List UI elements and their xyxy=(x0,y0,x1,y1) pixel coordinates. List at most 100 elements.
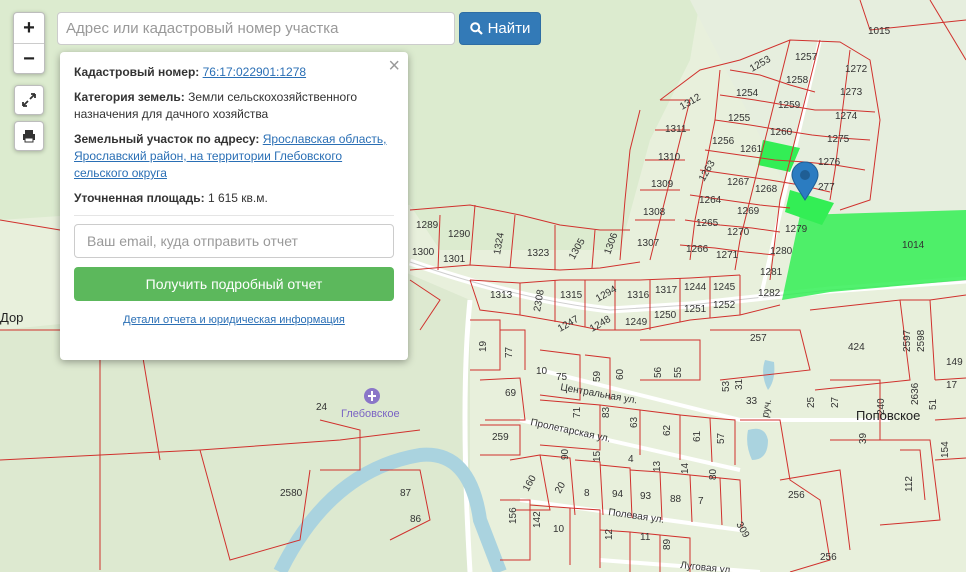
parcel-label: 13 xyxy=(652,460,663,472)
address-label: Земельный участок по адресу: xyxy=(74,132,260,146)
parcel-label: 1249 xyxy=(625,317,648,328)
expand-icon xyxy=(22,93,36,107)
zoom-in-button[interactable]: + xyxy=(14,13,44,44)
fullscreen-button[interactable] xyxy=(14,85,44,115)
village-label: Поповское xyxy=(856,408,920,423)
parcel-label: 1310 xyxy=(658,152,681,163)
parcel-label: 1260 xyxy=(770,127,793,138)
zoom-out-button[interactable]: − xyxy=(14,44,44,74)
parcel-label: 1311 xyxy=(665,124,687,135)
parcel-label: 89 xyxy=(662,538,673,550)
address-row: Земельный участок по адресу: Ярославская… xyxy=(74,131,394,182)
parcel-label: 19 xyxy=(478,340,489,352)
parcel-label: 1290 xyxy=(448,229,471,240)
get-report-button[interactable]: Получить подробный отчет xyxy=(74,267,394,301)
parcel-label: 1250 xyxy=(654,310,677,321)
parcel-label: 61 xyxy=(692,430,703,442)
cadastral-number-row: Кадастровый номер: 76:17:022901:1278 xyxy=(74,64,394,81)
parcel-label: 1272 xyxy=(845,64,868,75)
parcel-label: 7 xyxy=(698,496,704,507)
parcel-label: 1313 xyxy=(490,290,513,301)
parcel-label: 1264 xyxy=(699,195,722,206)
parcel-label: 1268 xyxy=(755,184,778,195)
parcel-label: 1308 xyxy=(643,207,666,218)
parcel-label: 55 xyxy=(673,366,684,378)
parcel-label: 1317 xyxy=(655,285,678,296)
divider xyxy=(74,215,394,216)
parcel-label: 1275 xyxy=(827,134,850,145)
parcel-label: 1271 xyxy=(716,250,739,261)
parcel-label: 256 xyxy=(788,490,805,501)
parcel-label: 1257 xyxy=(795,52,818,63)
parcel-label: 93 xyxy=(640,491,652,502)
parcel-label: 31 xyxy=(734,378,745,390)
parcel-label: 56 xyxy=(653,366,664,378)
parcel-label: 1279 xyxy=(785,224,808,235)
parcel-label: 33 xyxy=(746,396,758,407)
parcel-info-popup: × Кадастровый номер: 76:17:022901:1278 К… xyxy=(60,52,408,360)
search-button[interactable]: Найти xyxy=(459,12,541,45)
parcel-label: 83 xyxy=(601,406,612,418)
parcel-label: 69 xyxy=(505,388,517,399)
parcel-label: 154 xyxy=(940,441,951,458)
parcel-label: 88 xyxy=(670,494,682,505)
parcel-label: 71 xyxy=(572,406,583,418)
parcel-label: 277 xyxy=(818,182,835,193)
parcel-label: 57 xyxy=(716,432,727,444)
email-field[interactable] xyxy=(74,224,394,258)
cadastral-number-link[interactable]: 76:17:022901:1278 xyxy=(203,65,306,79)
parcel-label: 1273 xyxy=(840,87,863,98)
parcel-label: 86 xyxy=(410,514,422,525)
parcel-label: 1276 xyxy=(818,157,841,168)
parcel-label: 1307 xyxy=(637,238,660,249)
parcel-label: 1309 xyxy=(651,179,674,190)
parcel-label: 60 xyxy=(615,368,626,380)
parcel-label: 156 xyxy=(508,507,519,524)
print-button[interactable] xyxy=(14,121,44,151)
parcel-label: 1267 xyxy=(727,177,750,188)
parcel-label: 2597 xyxy=(902,329,913,352)
parcel-label: 1245 xyxy=(713,282,736,293)
land-category-row: Категория земель: Земли сельскохозяйстве… xyxy=(74,89,394,123)
parcel-label: 1256 xyxy=(712,136,735,147)
search-button-label: Найти xyxy=(487,20,531,37)
parcel-label: 14 xyxy=(680,462,691,474)
parcel-label: 1014 xyxy=(902,240,925,251)
parcel-label: 15 xyxy=(592,450,603,462)
close-icon[interactable]: × xyxy=(388,56,400,76)
edge-place-label: Дор xyxy=(0,310,23,325)
parcel-label: 8 xyxy=(584,488,590,499)
parcel-label: 424 xyxy=(848,342,865,353)
parcel-label: 256 xyxy=(820,552,837,563)
parcel-label: 53 xyxy=(721,380,732,392)
parcel-label: 25 xyxy=(806,396,817,408)
parcel-label: 87 xyxy=(400,488,412,499)
area-row: Уточненная площадь: 1 615 кв.м. xyxy=(74,190,394,207)
cadastral-number-label: Кадастровый номер: xyxy=(74,65,200,79)
parcel-label: 149 xyxy=(946,357,963,368)
parcel-label: 1274 xyxy=(835,111,858,122)
area-value: 1 615 кв.м. xyxy=(207,191,268,205)
parcel-label: 1259 xyxy=(778,100,801,111)
parcel-label: 1301 xyxy=(443,254,466,265)
parcel-label: 2636 xyxy=(910,382,921,405)
parcel-label: 1315 xyxy=(560,290,583,301)
parcel-label: 1316 xyxy=(627,290,650,301)
parcel-label: 63 xyxy=(629,416,640,428)
parcel-label: 1254 xyxy=(736,88,759,99)
parcel-label: 1258 xyxy=(786,75,809,86)
parcel-label: 1300 xyxy=(412,247,435,258)
search-icon xyxy=(469,22,483,35)
parcel-label: 17 xyxy=(946,380,958,391)
report-details-link[interactable]: Детали отчета и юридическая информация xyxy=(123,314,345,326)
airfield-icon[interactable] xyxy=(364,388,380,404)
parcel-label: 1265 xyxy=(696,218,719,229)
place-label-glebovskoe: Глебовское xyxy=(341,408,400,420)
parcel-label: 1281 xyxy=(760,267,783,278)
parcel-label: 1270 xyxy=(727,227,750,238)
parcel-label: 24 xyxy=(316,402,328,413)
parcel-label: 112 xyxy=(904,476,915,492)
parcel-label: 1251 xyxy=(684,304,707,315)
parcel-label: 11 xyxy=(640,532,651,543)
search-input[interactable] xyxy=(57,12,455,45)
